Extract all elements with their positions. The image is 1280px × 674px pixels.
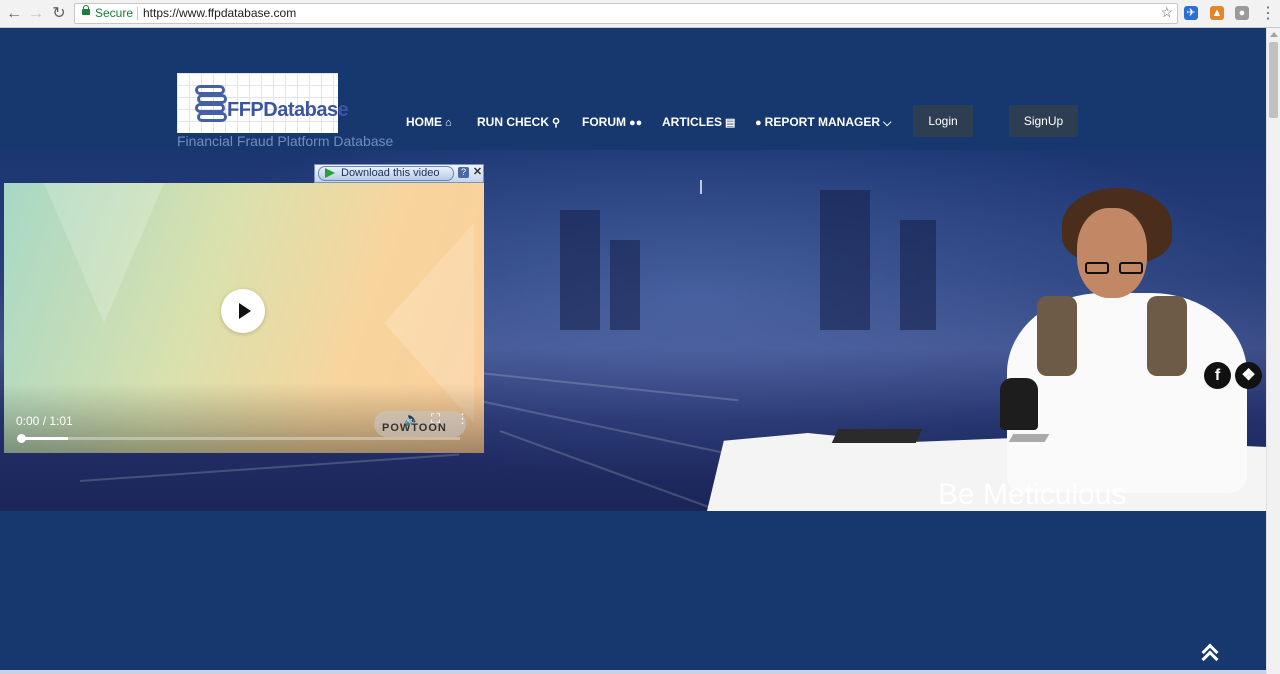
logo-text: FFPDatabase xyxy=(227,99,349,121)
extension-fox-icon[interactable]: ▲ xyxy=(1210,6,1224,20)
nav-forum[interactable]: FORUM ●● xyxy=(582,115,642,129)
nav-report-manager[interactable]: ● REPORT MANAGER ⌵ xyxy=(755,115,891,130)
nav-articles-label: ARTICLES xyxy=(662,115,722,129)
video-progress-fill xyxy=(20,437,69,440)
nav-articles[interactable]: ARTICLES ▤ xyxy=(662,115,735,129)
fullscreen-icon[interactable]: ⛶ xyxy=(431,411,440,427)
hero-person-image xyxy=(707,178,1267,511)
bottom-strip xyxy=(0,670,1266,674)
nav-run-check-label: RUN CHECK xyxy=(477,115,549,129)
reload-icon[interactable]: ↻ xyxy=(49,4,69,24)
scroll-thumb[interactable] xyxy=(1269,42,1278,118)
book-icon: ▤ xyxy=(725,117,736,129)
browser-toolbar: ← → ↻ Secure https://www.ffpdatabase.com… xyxy=(0,0,1280,28)
back-icon[interactable]: ← xyxy=(4,4,24,24)
browser-menu-icon[interactable]: ⋮ xyxy=(1258,4,1278,24)
video-time: 0:00 / 1:01 xyxy=(16,414,73,428)
twitter-icon[interactable]: ❖ xyxy=(1235,362,1262,389)
video-more-icon[interactable]: ⋮ xyxy=(456,411,469,427)
hero-slogan: Be Meticulous xyxy=(938,478,1127,511)
extension-shield-icon[interactable]: ● xyxy=(1235,6,1249,20)
secure-label: Secure xyxy=(95,6,134,20)
nav-report-manager-label: REPORT MANAGER xyxy=(764,115,880,129)
nav-home-label: HOME xyxy=(406,115,442,129)
logo-mark-icon xyxy=(195,85,227,123)
nav-home[interactable]: HOME ⌂ xyxy=(406,115,452,129)
lock-icon xyxy=(82,5,90,15)
play-button[interactable] xyxy=(221,289,265,333)
url-text[interactable]: https://www.ffpdatabase.com xyxy=(143,6,296,20)
bookmark-star-icon[interactable]: ☆ xyxy=(1160,4,1173,21)
video-progress-bar[interactable] xyxy=(17,434,460,443)
nav-forum-label: FORUM xyxy=(582,115,626,129)
address-separator xyxy=(137,7,138,20)
signup-button[interactable]: SignUp xyxy=(1009,105,1078,137)
user-icon: ● xyxy=(755,117,762,129)
address-bar[interactable]: Secure https://www.ffpdatabase.com ☆ xyxy=(74,3,1178,24)
page-scrollbar[interactable] xyxy=(1266,28,1280,674)
download-video-toolbar: Download this video ? ✕ xyxy=(314,164,484,183)
video-player[interactable]: 0:00 / 1:01 POWTOON 🔈 ⛶ ⋮ xyxy=(4,183,484,453)
back-to-top-icon[interactable] xyxy=(1201,642,1221,668)
login-button[interactable]: Login xyxy=(913,105,973,137)
download-play-icon xyxy=(325,168,335,178)
users-icon: ●● xyxy=(629,117,643,129)
video-progress-knob[interactable] xyxy=(17,434,26,443)
facebook-icon[interactable]: f xyxy=(1204,362,1231,389)
site-tagline: Financial Fraud Platform Database xyxy=(177,133,394,149)
download-help-icon[interactable]: ? xyxy=(458,167,469,178)
extension-plane-icon[interactable]: ✈ xyxy=(1184,6,1198,20)
scroll-up-icon[interactable] xyxy=(1270,32,1278,37)
volume-icon[interactable]: 🔈 xyxy=(404,411,420,427)
download-video-button[interactable]: Download this video xyxy=(318,166,454,181)
home-icon: ⌂ xyxy=(445,117,452,129)
download-close-icon[interactable]: ✕ xyxy=(472,167,483,178)
site-logo[interactable]: FFPDatabase xyxy=(177,73,349,133)
search-icon: ⚲ xyxy=(552,117,561,129)
nav-run-check[interactable]: RUN CHECK ⚲ xyxy=(477,115,560,129)
download-video-label: Download this video xyxy=(341,167,440,179)
forward-icon[interactable]: → xyxy=(26,4,46,24)
chevron-down-icon: ⌵ xyxy=(883,117,892,129)
